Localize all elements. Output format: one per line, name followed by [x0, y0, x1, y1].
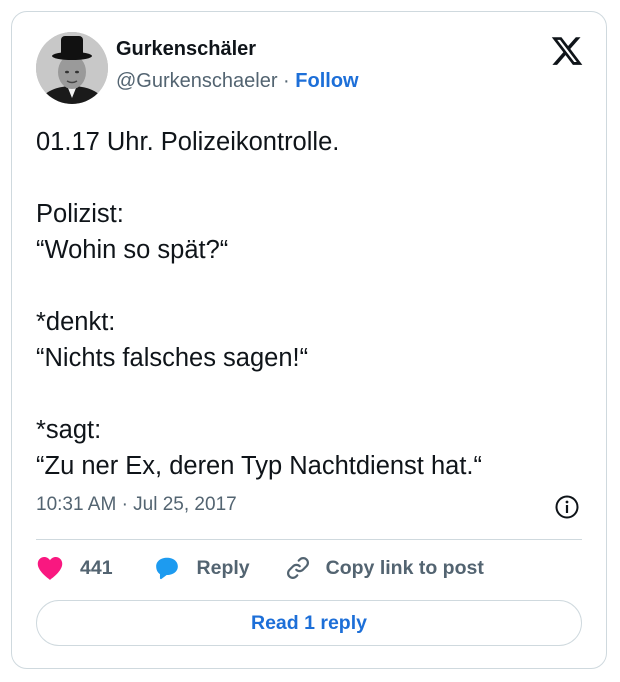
post-line: “Wohin so spät?“: [36, 236, 229, 264]
action-bar: 441 Reply Copy link to post: [36, 553, 484, 583]
post-line: *sagt:: [36, 416, 102, 444]
read-replies-button[interactable]: Read 1 reply: [36, 600, 582, 646]
x-logo-icon[interactable]: [550, 34, 584, 68]
timestamp-separator: ·: [121, 494, 128, 515]
author-name[interactable]: Gurkenschäler: [116, 38, 256, 61]
copy-link-label: Copy link to post: [325, 556, 484, 579]
author-handle[interactable]: @Gurkenschaeler: [116, 70, 277, 92]
post-date: Jul 25, 2017: [133, 494, 237, 515]
like-button[interactable]: 441: [36, 555, 153, 581]
profile-photo-icon: [36, 32, 108, 104]
post-line: “Nichts falsches sagen!“: [36, 344, 309, 372]
post-line: Polizist:: [36, 200, 124, 228]
info-icon[interactable]: [554, 494, 580, 520]
divider: [36, 539, 582, 540]
handle-separator: ·: [283, 70, 290, 92]
reply-label: Reply: [196, 556, 250, 579]
post-timestamp[interactable]: 10:31 AM · Jul 25, 2017: [36, 494, 237, 516]
like-count: 441: [80, 556, 113, 579]
post-line: “Zu ner Ex, deren Typ Nachtdienst hat.“: [36, 452, 483, 480]
link-icon: [284, 554, 312, 582]
heart-icon: [36, 555, 64, 581]
post-card: Gurkenschäler @Gurkenschaeler · Follow 0…: [11, 11, 607, 669]
copy-link-button[interactable]: Copy link to post: [284, 554, 484, 582]
avatar[interactable]: [36, 32, 108, 104]
speech-bubble-icon: [153, 555, 181, 581]
reply-button[interactable]: Reply: [153, 555, 284, 581]
post-text: 01.17 Uhr. Polizeikontrolle. Polizist: “…: [36, 124, 586, 484]
post-time: 10:31 AM: [36, 494, 117, 515]
post-line: 01.17 Uhr. Polizeikontrolle.: [36, 128, 340, 156]
post-line: *denkt:: [36, 308, 116, 336]
follow-button[interactable]: Follow: [295, 70, 358, 92]
author-handle-row: @Gurkenschaeler · Follow: [116, 70, 359, 93]
